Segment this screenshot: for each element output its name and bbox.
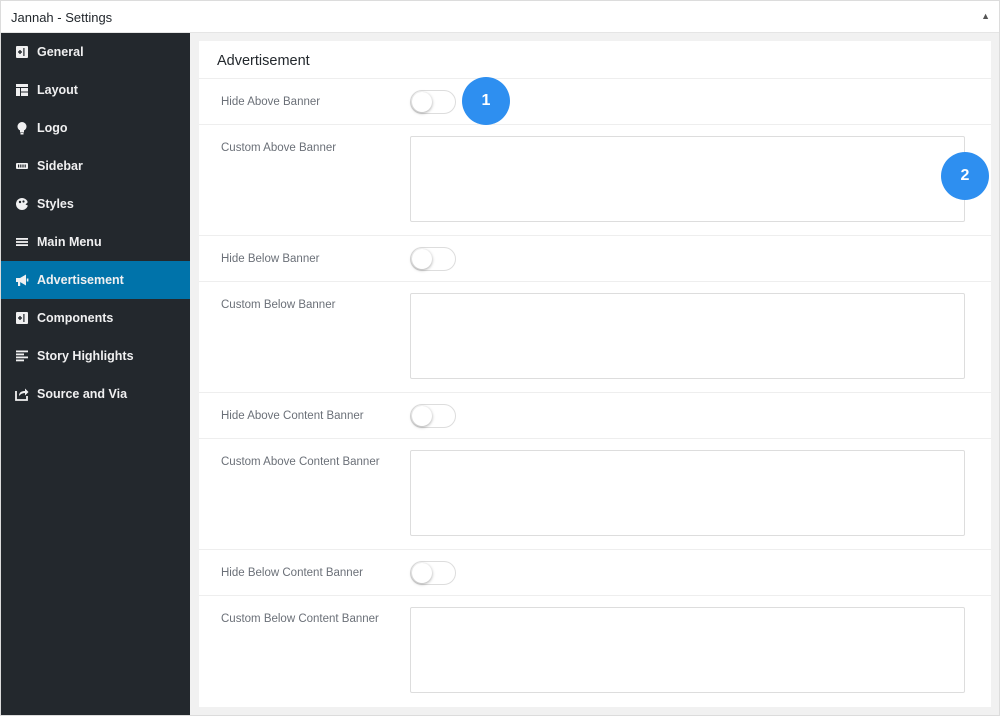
custom-above-banner-textarea[interactable] (410, 136, 965, 222)
setting-row-hide-above-content-banner: Hide Above Content Banner (199, 393, 991, 439)
setting-row-hide-below-content-banner: Hide Below Content Banner (199, 550, 991, 596)
sidebar-item-label: Advertisement (37, 273, 124, 287)
sidebar-item-sidebar[interactable]: Sidebar (1, 147, 190, 185)
custom-below-content-banner-textarea[interactable] (410, 607, 965, 693)
palette-icon (15, 197, 29, 211)
toggle-knob (412, 92, 432, 112)
setting-row-custom-above-banner: Custom Above Banner (199, 125, 991, 236)
sidebar-item-layout[interactable]: Layout (1, 71, 190, 109)
toggle-knob (412, 563, 432, 583)
story-icon (15, 349, 29, 363)
setting-label: Hide Below Content Banner (221, 567, 363, 579)
sidebar-item-source-and-via[interactable]: Source and Via (1, 375, 190, 413)
lightbulb-icon (15, 121, 29, 135)
custom-above-content-banner-textarea[interactable] (410, 450, 965, 536)
settings-window: Jannah - Settings ▲ General Layout Logo (0, 0, 1000, 716)
setting-row-custom-above-content-banner: Custom Above Content Banner (199, 439, 991, 550)
settings-panel: Advertisement Hide Above Banner Custom A… (199, 41, 991, 707)
sidebar-item-label: Source and Via (37, 387, 128, 401)
setting-label: Custom Below Content Banner (221, 613, 379, 625)
sidebar-item-advertisement[interactable]: Advertisement (1, 261, 190, 299)
sidebar-item-label: Story Highlights (37, 349, 134, 363)
sidebar-item-components[interactable]: Components (1, 299, 190, 337)
sidebar-item-label: General (37, 45, 84, 59)
sidebar-item-logo[interactable]: Logo (1, 109, 190, 147)
panel-title: Advertisement (217, 53, 310, 69)
sidebar-item-story-highlights[interactable]: Story Highlights (1, 337, 190, 375)
layout-icon (15, 83, 29, 97)
general-icon (15, 45, 29, 59)
hide-below-content-banner-toggle[interactable] (410, 561, 456, 585)
setting-row-hide-above-banner: Hide Above Banner (199, 79, 991, 125)
sidebar-item-label: Sidebar (37, 159, 83, 173)
setting-row-custom-below-content-banner: Custom Below Content Banner (199, 596, 991, 707)
settings-sidebar: General Layout Logo Sidebar Styles Main … (1, 33, 190, 715)
sidebar-item-label: Components (37, 311, 114, 325)
annotation-badge-2: 2 (941, 152, 989, 200)
setting-row-hide-below-banner: Hide Below Banner (199, 236, 991, 282)
sidebar-icon (15, 159, 29, 173)
hide-above-content-banner-toggle[interactable] (410, 404, 456, 428)
sidebar-item-main-menu[interactable]: Main Menu (1, 223, 190, 261)
setting-label: Hide Below Banner (221, 253, 320, 265)
custom-below-banner-textarea[interactable] (410, 293, 965, 379)
sidebar-item-label: Main Menu (37, 235, 102, 249)
annotation-badge-1: 1 (462, 77, 510, 125)
sidebar-item-styles[interactable]: Styles (1, 185, 190, 223)
window-title: Jannah - Settings (11, 10, 113, 25)
setting-label: Custom Above Banner (221, 142, 337, 154)
panel-header: Advertisement (199, 41, 991, 79)
title-bar: Jannah - Settings ▲ (1, 1, 999, 33)
setting-label: Custom Above Content Banner (221, 456, 380, 468)
sidebar-item-label: Styles (37, 197, 74, 211)
setting-label: Custom Below Banner (221, 299, 336, 311)
megaphone-icon (15, 273, 29, 287)
setting-label: Hide Above Content Banner (221, 410, 364, 422)
setting-row-custom-below-banner: Custom Below Banner (199, 282, 991, 393)
sidebar-item-label: Layout (37, 83, 78, 97)
setting-label: Hide Above Banner (221, 96, 321, 108)
hide-above-banner-toggle[interactable] (410, 90, 456, 114)
menu-icon (15, 235, 29, 249)
share-icon (15, 387, 29, 401)
toggle-knob (412, 406, 432, 426)
sidebar-item-label: Logo (37, 121, 68, 135)
components-icon (15, 311, 29, 325)
hide-below-banner-toggle[interactable] (410, 247, 456, 271)
sidebar-item-general[interactable]: General (1, 33, 190, 71)
triangle-up-icon[interactable]: ▲ (981, 11, 990, 21)
toggle-knob (412, 249, 432, 269)
